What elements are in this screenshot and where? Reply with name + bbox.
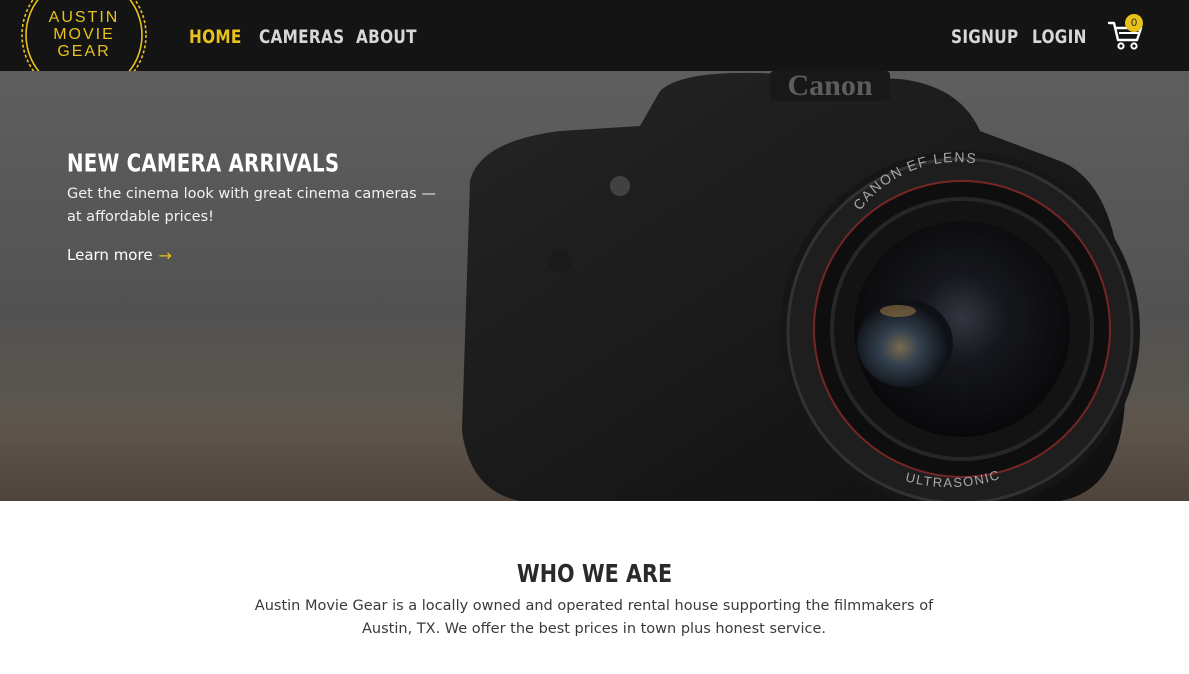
login-link[interactable]: LOGIN bbox=[1032, 24, 1087, 51]
section-title-who-we-are: WHO WE ARE bbox=[516, 560, 673, 589]
hero-camera-image: Canon CANON EF LENS ULTRASONIC bbox=[0, 71, 1189, 501]
nav-about[interactable]: ABOUT bbox=[356, 24, 417, 51]
cart-count-badge: 0 bbox=[1125, 14, 1143, 32]
hero-title: NEW CAMERA ARRIVALS bbox=[67, 150, 340, 178]
learn-more-link[interactable]: Learn more → bbox=[67, 244, 172, 266]
site-logo[interactable]: AUSTIN MOVIE GEAR bbox=[20, 0, 148, 71]
section-text-who-we-are: Austin Movie Gear is a locally owned and… bbox=[254, 598, 934, 637]
learn-more-label: Learn more bbox=[67, 246, 153, 264]
signup-link[interactable]: SIGNUP bbox=[951, 24, 1018, 51]
logo-line-1: AUSTIN bbox=[49, 9, 120, 26]
hero-banner: Canon CANON EF LENS ULTRASONIC NEW CAMER… bbox=[0, 71, 1189, 501]
arrow-right-icon: → bbox=[158, 245, 172, 265]
nav-home[interactable]: HOME bbox=[189, 24, 242, 51]
nav-cameras[interactable]: CAMERAS bbox=[259, 24, 344, 51]
top-nav: AUSTIN MOVIE GEAR HOME CAMERAS ABOUT SIG… bbox=[0, 0, 1189, 71]
logo-line-3: GEAR bbox=[57, 43, 110, 60]
hero-text: Get the cinema look with great cinema ca… bbox=[67, 186, 436, 225]
logo-line-2: MOVIE bbox=[53, 26, 115, 43]
